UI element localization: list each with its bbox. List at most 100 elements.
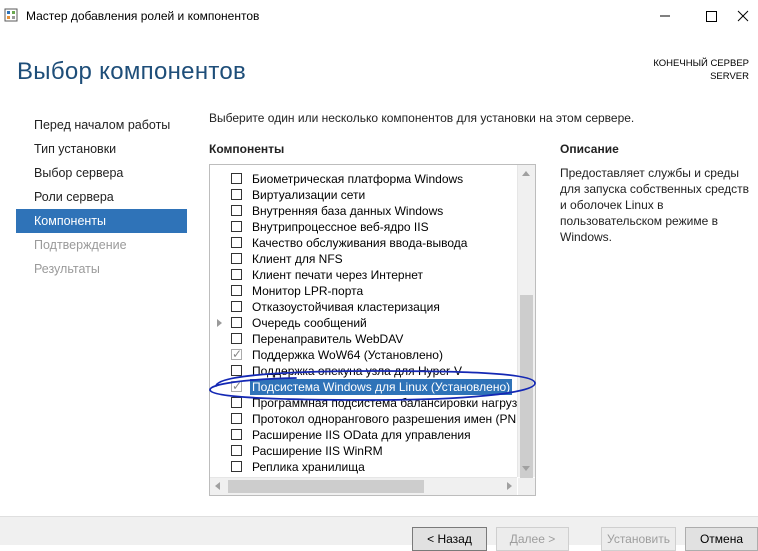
nav-item-installation-type[interactable]: Тип установки (16, 137, 187, 161)
destination-server: КОНЕЧНЫЙ СЕРВЕР SERVER (653, 57, 749, 83)
component-checkbox[interactable] (231, 429, 242, 440)
scrollbar-corner (518, 478, 535, 495)
component-label: Качество обслуживания ввода-вывода (252, 236, 468, 250)
vertical-scroll-thumb[interactable] (520, 295, 533, 479)
component-label: Монитор LPR-порта (252, 284, 364, 298)
checkmark-icon: ✓ (232, 347, 243, 361)
component-checkbox[interactable] (231, 237, 242, 248)
component-checkbox[interactable] (231, 397, 242, 408)
wizard-steps-nav: Перед началом работы Тип установки Выбор… (16, 113, 187, 281)
component-row[interactable]: Внутренняя база данных Windows (210, 203, 516, 219)
component-label: Реплика хранилища (252, 460, 365, 474)
component-row[interactable]: Клиент для NFS (210, 251, 516, 267)
component-checkbox[interactable] (231, 333, 242, 344)
component-label: Виртуализации сети (252, 188, 366, 202)
back-button[interactable]: < Назад (412, 527, 487, 551)
destination-server-name: SERVER (710, 71, 749, 82)
component-checkbox[interactable] (231, 461, 242, 472)
component-label: Расширение IIS WinRM (252, 444, 383, 458)
install-button: Установить (601, 527, 676, 551)
close-icon (737, 10, 749, 22)
instruction-text: Выберите один или несколько компонентов … (209, 111, 635, 125)
component-checkbox[interactable]: ✓ (231, 379, 243, 393)
component-checkbox[interactable] (231, 413, 242, 424)
component-row[interactable]: Программная подсистема балансировки нагр… (210, 395, 518, 411)
maximize-button[interactable] (688, 0, 734, 32)
horizontal-scrollbar[interactable] (210, 477, 517, 495)
component-checkbox[interactable] (231, 253, 242, 264)
minimize-button[interactable] (642, 0, 688, 32)
component-row[interactable]: ✓ Поддержка WoW64 (Установлено) (210, 347, 516, 363)
component-label: Перенаправитель WebDAV (252, 332, 404, 346)
component-label: Подсистема Windows для Linux (Установлен… (250, 379, 513, 395)
window-title: Мастер добавления ролей и компонентов (26, 9, 260, 23)
component-row[interactable]: Реплика хранилища (210, 459, 516, 475)
component-row[interactable]: Очередь сообщений (210, 315, 516, 331)
component-checkbox[interactable] (231, 221, 242, 232)
next-button: Далее > (496, 527, 569, 551)
component-label: Отказоустойчивая кластеризация (252, 300, 440, 314)
component-label: Протокол однорангового разрешения имен (… (252, 412, 517, 426)
component-checkbox[interactable] (231, 445, 242, 456)
component-row[interactable]: Биометрическая платформа Windows (210, 171, 516, 187)
vertical-scrollbar[interactable] (517, 165, 535, 479)
components-list[interactable]: Биометрическая платформа Windows Виртуали… (209, 164, 536, 496)
scroll-down-arrow-icon[interactable] (522, 466, 530, 471)
minimize-icon (660, 15, 670, 17)
component-row[interactable]: Отказоустойчивая кластеризация (210, 299, 516, 315)
component-row[interactable]: Виртуализации сети (210, 187, 516, 203)
component-checkbox[interactable] (231, 189, 242, 200)
component-checkbox[interactable] (231, 301, 242, 312)
component-label: Поддержка опекуна узла для Hyper-V (252, 364, 463, 378)
horizontal-scroll-thumb[interactable] (228, 480, 424, 493)
component-checkbox[interactable] (231, 205, 242, 216)
scroll-up-arrow-icon[interactable] (522, 171, 530, 176)
nav-item-before-you-begin[interactable]: Перед началом работы (16, 113, 187, 137)
component-row[interactable]: Клиент печати через Интернет (210, 267, 516, 283)
scroll-right-arrow-icon[interactable] (507, 482, 512, 490)
nav-item-server-selection[interactable]: Выбор сервера (16, 161, 187, 185)
component-label: Внутрипроцессное веб-ядро IIS (252, 220, 429, 234)
component-row[interactable]: Перенаправитель WebDAV (210, 331, 516, 347)
nav-item-confirmation: Подтверждение (34, 238, 127, 252)
component-row[interactable]: Поддержка опекуна узла для Hyper-V (210, 363, 516, 379)
nav-item-features[interactable]: Компоненты (16, 209, 187, 233)
component-row[interactable]: Внутрипроцессное веб-ядро IIS (210, 219, 516, 235)
component-label: Клиент печати через Интернет (252, 268, 423, 282)
page-title: Выбор компонентов (17, 58, 247, 85)
component-checkbox[interactable] (231, 365, 242, 376)
close-button[interactable] (734, 0, 758, 32)
component-row[interactable]: ✓ Подсистема Windows для Linux (Установле… (210, 379, 516, 395)
scroll-left-arrow-icon[interactable] (215, 482, 220, 490)
component-row[interactable]: Качество обслуживания ввода-вывода (210, 235, 516, 251)
component-row[interactable]: Монитор LPR-порта (210, 283, 516, 299)
component-checkbox[interactable] (231, 269, 242, 280)
component-label: Очередь сообщений (252, 316, 367, 330)
cancel-button[interactable]: Отмена (685, 527, 758, 551)
wizard-app-icon (4, 8, 18, 22)
component-label: Расширение IIS OData для управления (252, 428, 471, 442)
component-checkbox[interactable]: ✓ (231, 347, 243, 361)
component-row[interactable]: Расширение IIS WinRM (210, 443, 516, 459)
destination-server-label: КОНЕЧНЫЙ СЕРВЕР (653, 58, 749, 69)
component-row[interactable]: Расширение IIS OData для управления (210, 427, 516, 443)
checkmark-icon: ✓ (232, 379, 243, 393)
component-checkbox[interactable] (231, 317, 242, 328)
component-label: Клиент для NFS (252, 252, 343, 266)
component-label: Биометрическая платформа Windows (252, 172, 464, 186)
component-label: Внутренняя база данных Windows (252, 204, 444, 218)
description-header: Описание (560, 142, 619, 156)
maximize-icon (706, 11, 717, 22)
nav-item-results: Результаты (34, 262, 100, 276)
nav-item-server-roles[interactable]: Роли сервера (16, 185, 187, 209)
feature-description: Предоставляет службы и среды для запуска… (560, 166, 750, 244)
component-checkbox[interactable] (231, 173, 242, 184)
component-label: Программная подсистема балансировки нагр… (252, 396, 518, 410)
components-list-rows: Биометрическая платформа Windows Виртуали… (210, 171, 518, 475)
component-checkbox[interactable] (231, 285, 242, 296)
components-header: Компоненты (209, 142, 285, 156)
component-row[interactable]: Протокол однорангового разрешения имен (… (210, 411, 516, 427)
expand-arrow-icon[interactable] (217, 319, 222, 327)
component-label: Поддержка WoW64 (Установлено) (252, 348, 443, 362)
window-titlebar: Мастер добавления ролей и компонентов (0, 0, 758, 32)
